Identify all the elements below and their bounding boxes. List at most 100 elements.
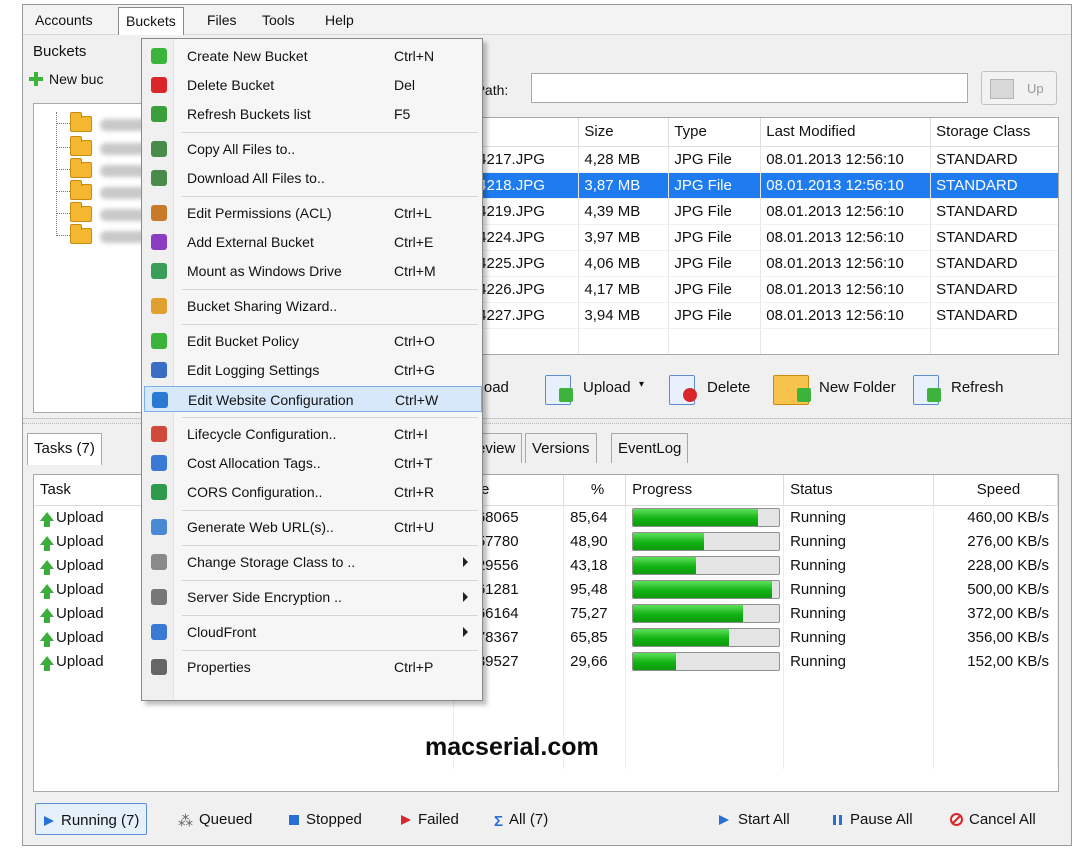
file-row[interactable]: C04217.JPG 4,28 MB JPG File 08.01.2013 12:5… bbox=[454, 146, 1058, 173]
menu-item-copy-all-files-to[interactable]: Copy All Files to.. bbox=[144, 136, 482, 162]
menu-item-create-new-bucket[interactable]: Create New Bucket Ctrl+N bbox=[144, 43, 482, 69]
tab-versions[interactable]: Versions bbox=[525, 433, 597, 463]
menu-item-delete-bucket[interactable]: Delete Bucket Del bbox=[144, 72, 482, 98]
menu-item-cloudfront[interactable]: CloudFront bbox=[144, 619, 482, 645]
menu-item-shortcut: Del bbox=[394, 77, 416, 93]
menu-item-mount-as-windows-drive[interactable]: Mount as Windows Drive Ctrl+M bbox=[144, 258, 482, 284]
col-type[interactable]: Type bbox=[668, 118, 762, 147]
col-last-modified[interactable]: Last Modified bbox=[760, 118, 932, 147]
menu-separator bbox=[182, 132, 478, 133]
menu-separator bbox=[182, 545, 478, 546]
start-all-button[interactable]: Start All bbox=[711, 803, 797, 835]
menu-item-edit-bucket-policy[interactable]: Edit Bucket Policy Ctrl+O bbox=[144, 328, 482, 354]
plus-icon bbox=[151, 48, 167, 64]
path-input[interactable] bbox=[531, 73, 968, 103]
running-label: Running (7) bbox=[61, 812, 140, 829]
properties-icon bbox=[151, 659, 167, 675]
file-type-cell: JPG File bbox=[668, 276, 762, 303]
file-row[interactable]: C04226.JPG 4,17 MB JPG File 08.01.2013 12:5… bbox=[454, 276, 1058, 303]
file-modified-cell: 08.01.2013 12:56:10 bbox=[760, 276, 932, 303]
menu-item-generate-web-url-s[interactable]: Generate Web URL(s).. Ctrl+U bbox=[144, 514, 482, 540]
menu-item-download-all-files-to[interactable]: Download All Files to.. bbox=[144, 165, 482, 191]
new-bucket-button[interactable]: New buc bbox=[29, 71, 103, 87]
menu-accounts[interactable]: Accounts bbox=[35, 12, 93, 28]
file-modified-cell: 08.01.2013 12:56:10 bbox=[760, 198, 932, 225]
menu-item-shortcut: F5 bbox=[394, 106, 411, 122]
log-icon bbox=[151, 362, 167, 378]
pause-all-label: Pause All bbox=[850, 811, 913, 828]
failed-icon bbox=[400, 813, 412, 830]
menu-separator bbox=[182, 289, 478, 290]
url-icon bbox=[151, 519, 167, 535]
menu-item-cors-configuration[interactable]: CORS Configuration.. Ctrl+R bbox=[144, 479, 482, 505]
file-type-cell: JPG File bbox=[668, 172, 762, 199]
cancel-all-button[interactable]: Cancel All bbox=[943, 803, 1043, 835]
pause-all-button[interactable]: Pause All bbox=[825, 803, 920, 835]
tab-tasks[interactable]: Tasks (7) bbox=[27, 433, 102, 465]
cors-icon bbox=[151, 484, 167, 500]
menu-item-edit-website-configuration[interactable]: Edit Website Configuration Ctrl+W bbox=[144, 386, 482, 412]
menu-separator bbox=[182, 417, 478, 418]
key-icon bbox=[151, 589, 167, 605]
file-row[interactable]: C04224.JPG 3,97 MB JPG File 08.01.2013 12:5… bbox=[454, 224, 1058, 251]
tag-icon bbox=[151, 455, 167, 471]
file-row[interactable]: C04218.JPG 3,87 MB JPG File 08.01.2013 12:5… bbox=[454, 172, 1058, 199]
menu-item-server-side-encryption[interactable]: Server Side Encryption .. bbox=[144, 584, 482, 610]
col-storage-class[interactable]: Storage Class bbox=[930, 118, 1058, 147]
col-status[interactable]: Status bbox=[783, 475, 934, 506]
stopped-filter-button[interactable]: Stopped bbox=[281, 803, 369, 835]
up-label: Up bbox=[1027, 81, 1044, 96]
tab-eventlog[interactable]: EventLog bbox=[611, 433, 689, 463]
menu-buckets[interactable]: Buckets bbox=[118, 7, 184, 35]
cancel-all-icon bbox=[950, 813, 963, 830]
task-percent-cell: 95,48 bbox=[563, 577, 627, 601]
file-row[interactable]: C04219.JPG 4,39 MB JPG File 08.01.2013 12:5… bbox=[454, 198, 1058, 225]
file-row[interactable]: C04227.JPG 3,94 MB JPG File 08.01.2013 12:5… bbox=[454, 302, 1058, 329]
file-row[interactable]: C04225.JPG 4,06 MB JPG File 08.01.2013 12:5… bbox=[454, 250, 1058, 277]
menu-item-edit-logging-settings[interactable]: Edit Logging Settings Ctrl+G bbox=[144, 357, 482, 383]
file-list[interactable]: Size Type Last Modified Storage Class C0… bbox=[453, 117, 1059, 355]
task-label: Upload bbox=[56, 628, 104, 646]
menu-item-add-external-bucket[interactable]: Add External Bucket Ctrl+E bbox=[144, 229, 482, 255]
col-progress[interactable]: Progress bbox=[625, 475, 785, 506]
menu-item-lifecycle-configuration[interactable]: Lifecycle Configuration.. Ctrl+I bbox=[144, 421, 482, 447]
submenu-arrow-icon bbox=[463, 557, 468, 567]
failed-filter-button[interactable]: Failed bbox=[393, 803, 466, 835]
menu-tools[interactable]: Tools bbox=[262, 12, 295, 28]
task-status-cell: Running bbox=[783, 505, 934, 529]
menu-item-refresh-buckets-list[interactable]: Refresh Buckets list F5 bbox=[144, 101, 482, 127]
file-storage-cell: STANDARD bbox=[930, 250, 1058, 277]
task-progress-cell bbox=[625, 649, 785, 673]
running-filter-button[interactable]: Running (7) bbox=[35, 803, 148, 835]
file-storage-cell: STANDARD bbox=[930, 276, 1058, 303]
menu-help[interactable]: Help bbox=[325, 12, 354, 28]
folder-up-icon bbox=[990, 79, 1014, 99]
file-modified-cell: 08.01.2013 12:56:10 bbox=[760, 250, 932, 277]
folder-icon bbox=[70, 112, 92, 132]
col-speed[interactable]: Speed bbox=[933, 475, 1058, 506]
menu-files[interactable]: Files bbox=[207, 12, 237, 28]
menu-item-change-storage-class-to[interactable]: Change Storage Class to .. bbox=[144, 549, 482, 575]
menu-separator bbox=[182, 650, 478, 651]
menu-item-label: Cost Allocation Tags.. bbox=[187, 455, 321, 471]
upload-icon bbox=[545, 375, 573, 405]
menu-item-edit-permissions-acl[interactable]: Edit Permissions (ACL) Ctrl+L bbox=[144, 200, 482, 226]
all-filter-button[interactable]: Σ All (7) bbox=[487, 803, 555, 835]
task-speed-cell: 460,00 KB/s bbox=[933, 505, 1058, 529]
task-speed-cell: 356,00 KB/s bbox=[933, 625, 1058, 649]
up-button[interactable]: Up bbox=[981, 71, 1057, 105]
menu-item-properties[interactable]: Properties Ctrl+P bbox=[144, 654, 482, 680]
menu-item-cost-allocation-tags[interactable]: Cost Allocation Tags.. Ctrl+T bbox=[144, 450, 482, 476]
menu-item-bucket-sharing-wizard[interactable]: Bucket Sharing Wizard.. bbox=[144, 293, 482, 319]
task-percent-cell: 43,18 bbox=[563, 553, 627, 577]
menu-item-label: Generate Web URL(s).. bbox=[187, 519, 334, 535]
file-type-cell: JPG File bbox=[668, 224, 762, 251]
col-size[interactable]: Size bbox=[578, 118, 670, 147]
menu-item-label: Copy All Files to.. bbox=[187, 141, 296, 157]
col-percent[interactable]: % bbox=[563, 475, 627, 506]
start-all-label: Start All bbox=[738, 811, 790, 828]
queued-filter-button[interactable]: ⁂ Queued bbox=[171, 803, 259, 835]
menu-separator bbox=[182, 324, 478, 325]
menu-item-shortcut: Ctrl+O bbox=[394, 333, 435, 349]
new-folder-icon bbox=[773, 375, 811, 405]
